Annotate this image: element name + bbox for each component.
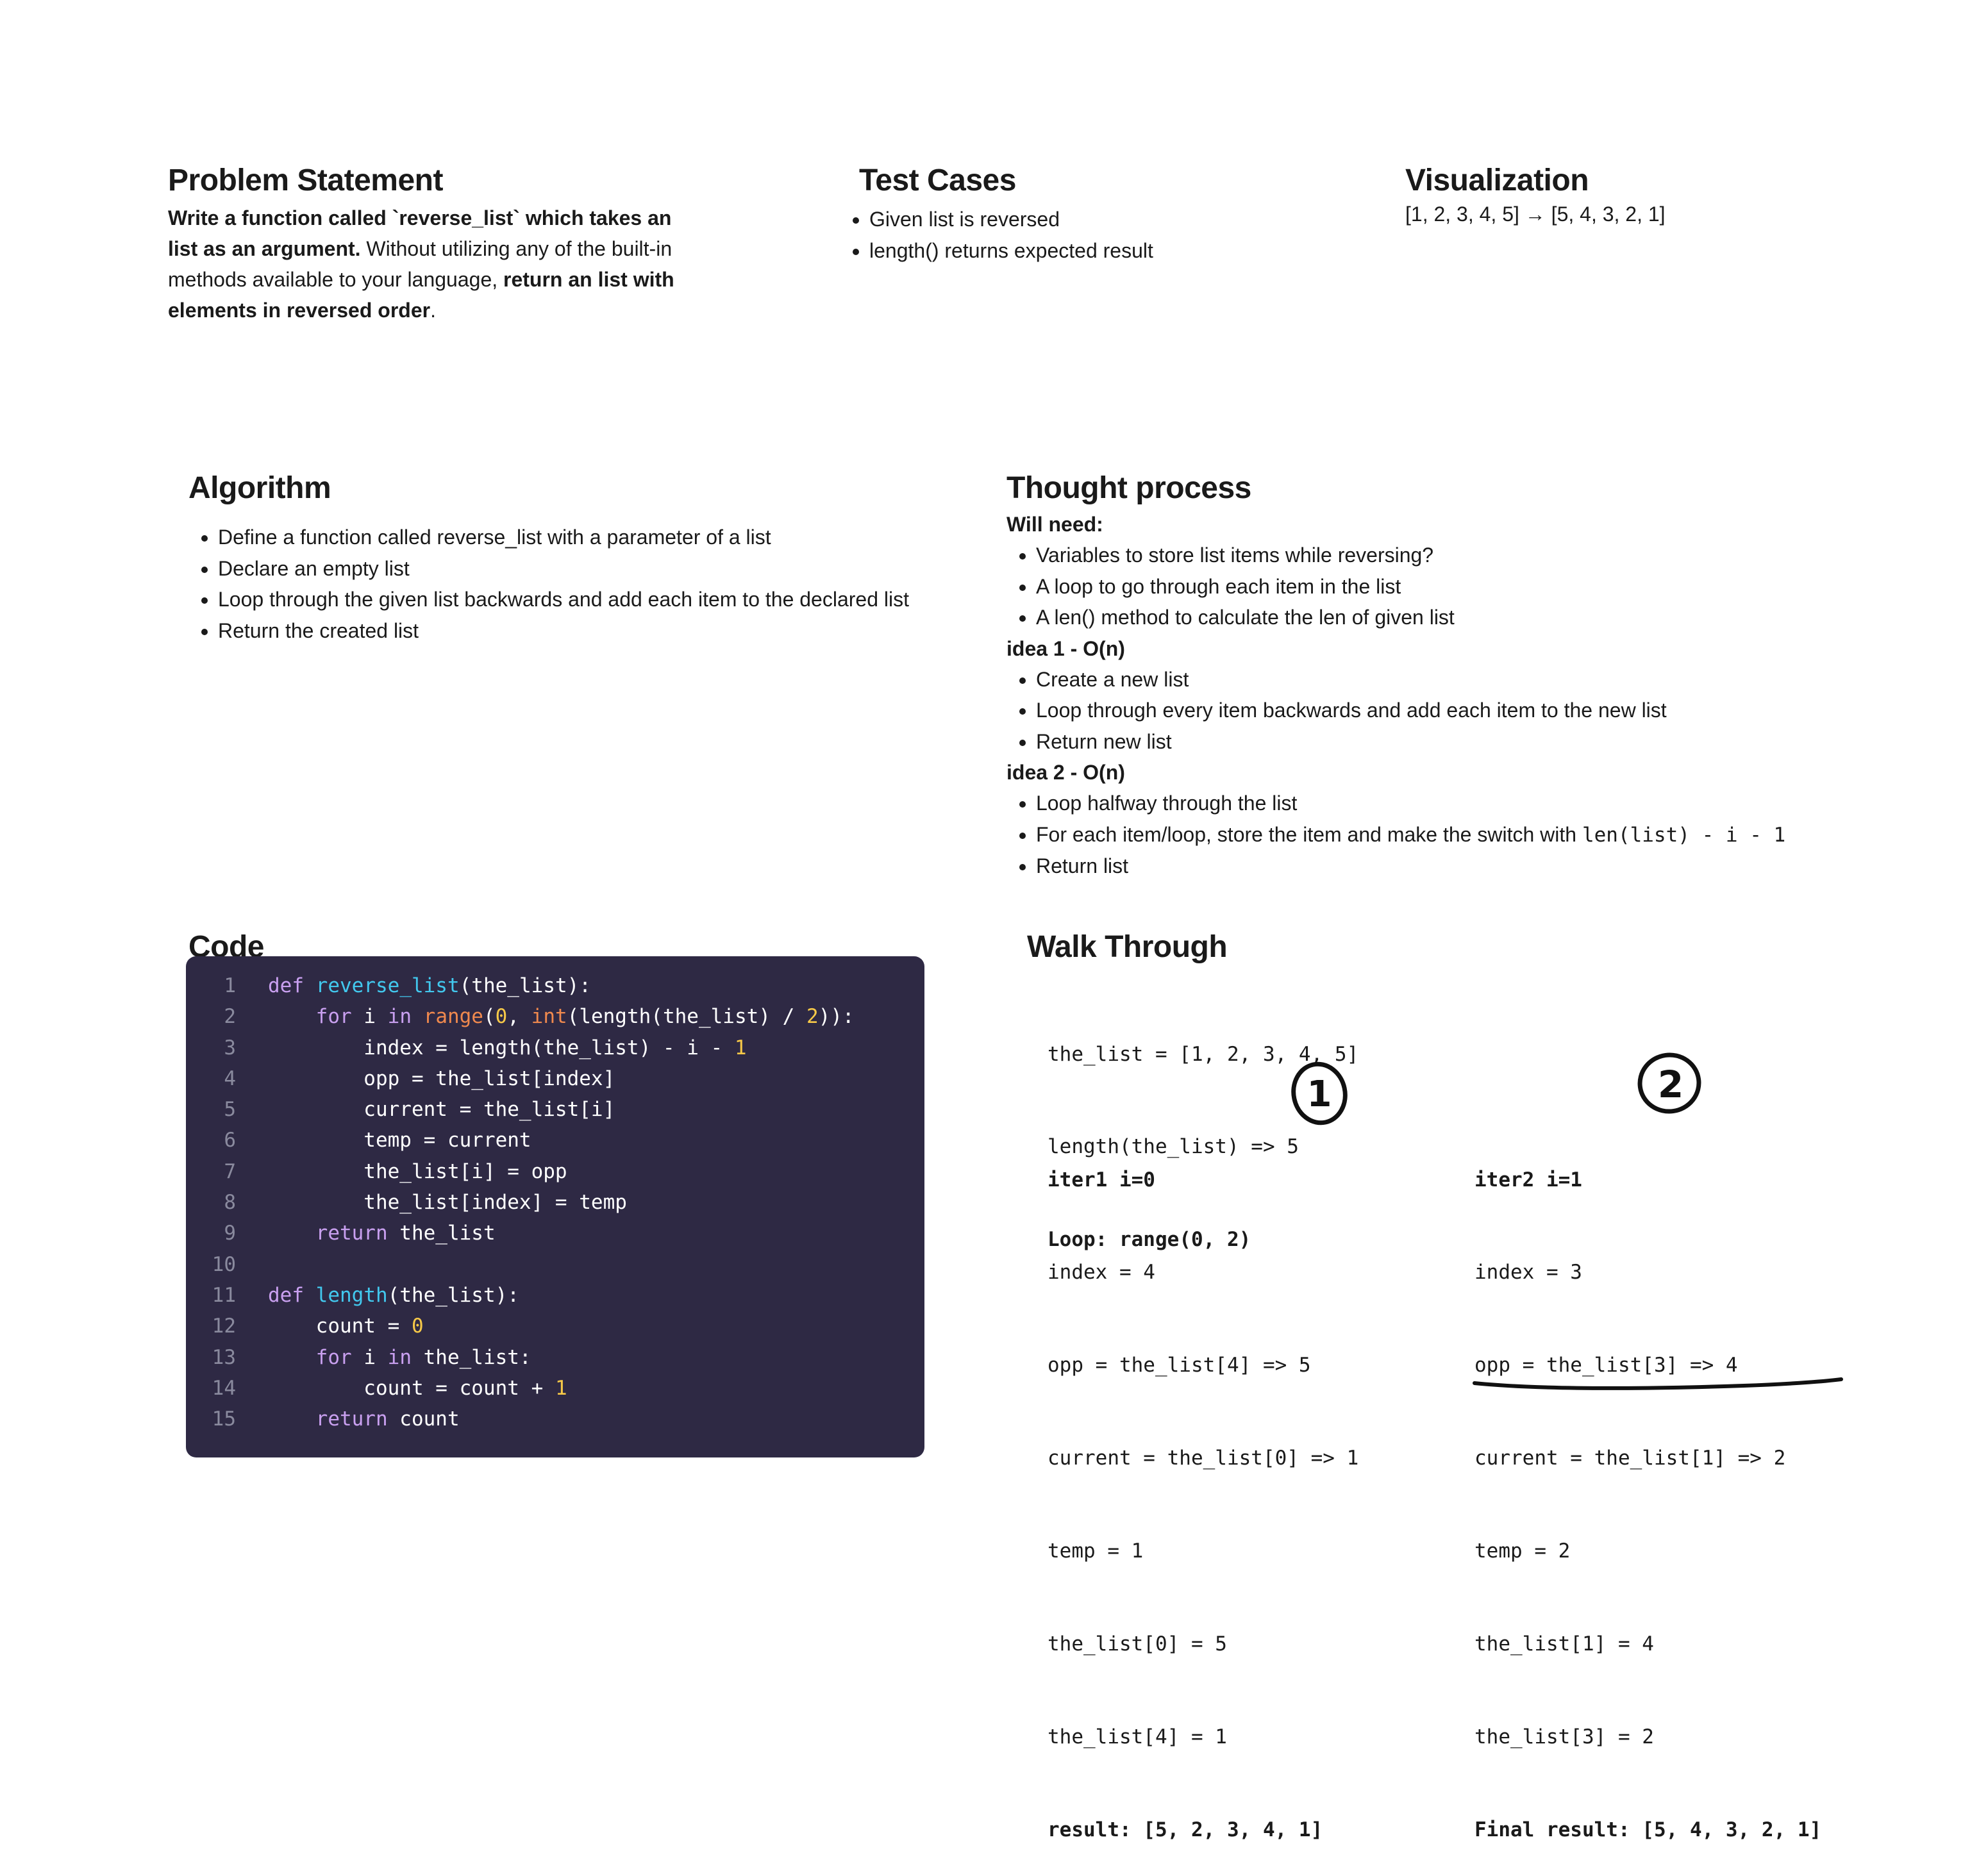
- thought-process-section: Thought process Will need: Variables to …: [1007, 469, 1917, 882]
- code-line: 11 def length(the_list):: [186, 1280, 924, 1311]
- walk-line: the_list[1] = 4: [1474, 1632, 1654, 1656]
- line-number: 5: [224, 1098, 236, 1122]
- algorithm-title: Algorithm: [188, 471, 331, 505]
- idea-2-label: idea 2 - O(n): [1007, 761, 1125, 784]
- code-line: 14 count = count + 1: [186, 1373, 924, 1404]
- code-line: 7 the_list[i] = opp: [186, 1156, 924, 1187]
- code-line: 12 count = 0: [186, 1311, 924, 1341]
- list-item: Loop through the given list backwards an…: [218, 584, 1009, 615]
- line-number: 11: [212, 1283, 236, 1307]
- list-item: A len() method to calculate the len of g…: [1036, 602, 1917, 633]
- idea-2-text: For each item/loop, store the item and m…: [1036, 822, 1582, 846]
- list-item: Loop halfway through the list: [1036, 788, 1917, 819]
- visualization-section: Visualization [1, 2, 3, 4, 5] → [5, 4, 3…: [1405, 162, 1854, 229]
- problem-statement-section: Problem Statement Write a function calle…: [168, 162, 681, 326]
- code-line: 9 return the_list: [186, 1218, 924, 1249]
- line-number: 8: [224, 1191, 236, 1215]
- list-item: Variables to store list items while reve…: [1036, 540, 1917, 571]
- list-item: Create a new list: [1036, 664, 1917, 695]
- code-line: 5 current = the_list[i]: [186, 1094, 924, 1125]
- walk-line: the_list[4] = 1: [1048, 1725, 1227, 1748]
- list-item: Return the created list: [218, 615, 1009, 647]
- code-line: 1 def reverse_list(the_list):: [186, 970, 924, 1001]
- list-item: A loop to go through each item in the li…: [1036, 571, 1917, 602]
- walk-line: Final result: [5, 4, 3, 2, 1]: [1474, 1818, 1822, 1841]
- line-number: 12: [212, 1315, 236, 1338]
- walk-line: temp = 2: [1474, 1540, 1571, 1563]
- problem-statement-text: Write a function called `reverse_list` w…: [168, 203, 681, 326]
- list-item: Define a function called reverse_list wi…: [218, 522, 1009, 553]
- code-line: 4 opp = the_list[index]: [186, 1063, 924, 1094]
- walk-through-section: Walk Through: [1027, 928, 1228, 967]
- line-number: 14: [212, 1376, 236, 1400]
- problem-plain-2: .: [430, 299, 436, 322]
- algorithm-section: Algorithm Define a function called rever…: [188, 469, 1009, 646]
- line-number: 13: [212, 1345, 236, 1369]
- line-number: 6: [224, 1129, 236, 1152]
- walk-line: the_list[3] = 2: [1474, 1725, 1654, 1748]
- walk-line: current = the_list[1] => 2: [1474, 1447, 1786, 1470]
- line-number: 7: [224, 1159, 236, 1183]
- idea-1-label: idea 1 - O(n): [1007, 636, 1125, 660]
- line-number: 4: [224, 1067, 236, 1090]
- list-item: For each item/loop, store the item and m…: [1036, 819, 1917, 851]
- inline-code: len(list) - i - 1: [1582, 823, 1786, 847]
- line-number: 3: [224, 1036, 236, 1059]
- list-item: Loop through every item backwards and ad…: [1036, 695, 1917, 726]
- test-cases-list: Given list is reversed length() returns …: [859, 204, 1308, 266]
- code-line: 8 the_list[index] = temp: [186, 1187, 924, 1218]
- will-need-label: Will need:: [1007, 513, 1103, 536]
- list-item: length() returns expected result: [869, 235, 1308, 267]
- walk-line: index = 3: [1474, 1261, 1582, 1284]
- walk-line: result: [5, 2, 3, 4, 1]: [1048, 1818, 1323, 1841]
- code-line: 6 temp = current: [186, 1125, 924, 1156]
- line-number: 10: [212, 1252, 236, 1276]
- walk-line: temp = 1: [1048, 1540, 1144, 1563]
- walk-line: opp = the_list[4] => 5: [1048, 1354, 1311, 1377]
- list-item: Return list: [1036, 851, 1917, 882]
- code-block: 1 def reverse_list(the_list): 2 for i in …: [186, 956, 924, 1457]
- code-line: 2 for i in range(0, int(length(the_list)…: [186, 1001, 924, 1032]
- test-cases-section: Test Cases Given list is reversed length…: [859, 162, 1308, 266]
- mark-2-text: 2: [1658, 1063, 1683, 1106]
- visualization-text: [1, 2, 3, 4, 5] → [5, 4, 3, 2, 1]: [1405, 203, 1666, 226]
- code-line: 10: [186, 1249, 924, 1280]
- walk-line: index = 4: [1048, 1261, 1155, 1284]
- line-number: 9: [224, 1222, 236, 1245]
- walk-through-title: Walk Through: [1027, 930, 1228, 964]
- walk-line: opp = the_list[3] => 4: [1474, 1354, 1738, 1377]
- list-item: Given list is reversed: [869, 204, 1308, 235]
- walk-line: the_list[0] = 5: [1048, 1632, 1227, 1656]
- algorithm-list: Define a function called reverse_list wi…: [188, 522, 1009, 646]
- walk-iter1: iter1 i=0 index = 4 opp = the_list[4] =>…: [1048, 1102, 1358, 1876]
- will-need-list: Variables to store list items while reve…: [1007, 540, 1917, 633]
- walk-iter2: iter2 i=1 index = 3 opp = the_list[3] =>…: [1474, 1102, 1821, 1876]
- test-cases-title: Test Cases: [859, 163, 1016, 197]
- thought-process-title: Thought process: [1007, 471, 1251, 505]
- walk-line: current = the_list[0] => 1: [1048, 1447, 1359, 1470]
- line-number: 2: [224, 1005, 236, 1029]
- problem-statement-title: Problem Statement: [168, 163, 443, 197]
- walk-line: iter2 i=1: [1474, 1168, 1582, 1191]
- line-number: 15: [212, 1407, 236, 1431]
- code-line: 15 return count: [186, 1404, 924, 1434]
- walk-line: iter1 i=0: [1048, 1168, 1155, 1191]
- code-line: 3 index = length(the_list) - i - 1: [186, 1033, 924, 1063]
- idea-2-list: Loop halfway through the list For each i…: [1007, 788, 1917, 882]
- list-item: Return new list: [1036, 726, 1917, 758]
- visualization-title: Visualization: [1405, 163, 1589, 197]
- walk-line: the_list = [1, 2, 3, 4, 5]: [1048, 1042, 1359, 1066]
- code-line: 13 for i in the_list:: [186, 1342, 924, 1373]
- line-number: 1: [224, 974, 236, 997]
- list-item: Declare an empty list: [218, 553, 1009, 585]
- idea-1-list: Create a new list Loop through every ite…: [1007, 664, 1917, 758]
